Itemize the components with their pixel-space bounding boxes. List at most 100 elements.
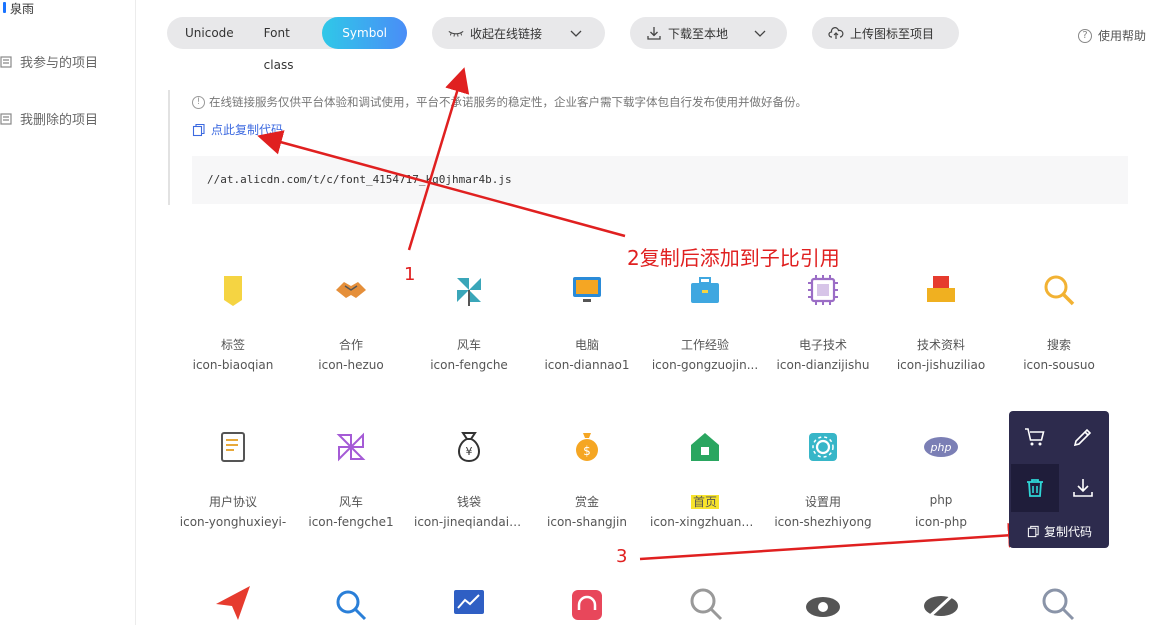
- eye-icon[interactable]: [804, 592, 842, 622]
- copy-code-link[interactable]: 点此复制代码: [192, 121, 283, 138]
- upload-label: 上传图标至项目: [850, 26, 935, 41]
- sidebar-top-label[interactable]: 泉雨: [0, 0, 34, 16]
- icon-cell[interactable]: 设置用 icon-shezhiyong: [764, 425, 882, 529]
- icon-code: icon-gongzuojin...: [651, 358, 759, 372]
- money-bag-icon: ¥: [458, 432, 480, 463]
- tab-font-class[interactable]: Font class: [252, 17, 323, 72]
- chart-icon[interactable]: [452, 588, 486, 622]
- icon-name: 用户协议: [208, 495, 257, 509]
- sidebar-item-participated[interactable]: 我参与的项目: [0, 52, 98, 71]
- chevron-down-icon: [754, 30, 766, 37]
- icon-name: 标签: [220, 338, 245, 352]
- bounty-icon: $: [576, 433, 598, 461]
- icon-code: icon-hezuo: [318, 358, 384, 372]
- tag-icon: [224, 276, 242, 306]
- download-icon-button[interactable]: [1059, 464, 1107, 512]
- collapse-link-label: 收起在线链接: [470, 26, 543, 41]
- collapse-link-button[interactable]: 收起在线链接: [432, 17, 605, 49]
- icon-code: icon-jineqiandaiy...: [414, 515, 526, 529]
- windmill-icon: [457, 278, 481, 306]
- upload-button[interactable]: 上传图标至项目: [812, 17, 959, 49]
- icon-cell[interactable]: $ 赏金 icon-shangjin: [528, 425, 646, 529]
- icon-name: 电子技术: [798, 338, 847, 352]
- sidebar-item-label: 我参与的项目: [20, 56, 99, 71]
- icon-code: icon-fengche: [430, 358, 508, 372]
- settings-icon: [809, 433, 837, 461]
- copy-icon: [1027, 525, 1039, 538]
- help-label: 使用帮助: [1097, 29, 1146, 43]
- icon-cell[interactable]: 风车 icon-fengche1: [292, 425, 410, 529]
- php-icon: php: [924, 437, 958, 457]
- download-button[interactable]: 下载至本地: [630, 17, 787, 49]
- icon-name: 钱袋: [456, 495, 481, 509]
- icon-name: 合作: [338, 338, 363, 352]
- icon-cell[interactable]: 首页 icon-xingzhuang...: [646, 425, 764, 529]
- search-icon[interactable]: [688, 586, 724, 622]
- edit-button[interactable]: [1059, 413, 1107, 461]
- icon-cell[interactable]: 工作经验 icon-gongzuojin...: [646, 268, 764, 372]
- tab-unicode[interactable]: Unicode: [167, 17, 252, 49]
- icon-cell[interactable]: 合作 icon-hezuo: [292, 268, 410, 372]
- delete-button[interactable]: [1011, 464, 1059, 512]
- annotation-num-3: 3: [616, 546, 628, 567]
- help-link[interactable]: ? 使用帮助: [1077, 27, 1146, 44]
- materials-icon: [927, 276, 955, 302]
- sidebar-item-deleted[interactable]: 我删除的项目: [0, 109, 98, 128]
- icon-code: icon-yonghuxieyi-: [179, 515, 287, 529]
- icon-code: icon-diannao1: [544, 358, 630, 372]
- icon-code: icon-shangjin: [547, 515, 627, 529]
- icon-name: 技术资料: [916, 338, 965, 352]
- search-icon[interactable]: [1040, 586, 1076, 622]
- paper-plane-icon[interactable]: [214, 584, 252, 622]
- pencil-icon: [1073, 428, 1092, 447]
- icon-name: 风车: [338, 495, 363, 509]
- annotation-label-2: 2复制后添加到子比引用: [627, 246, 840, 270]
- icon-cell[interactable]: php php icon-php: [882, 425, 1000, 529]
- icon-code: icon-dianzijishu: [776, 358, 870, 372]
- handshake-icon: [336, 282, 366, 298]
- headphone-icon[interactable]: [570, 588, 604, 622]
- download-icon: [647, 27, 661, 40]
- chip-icon: [808, 275, 838, 305]
- agreement-icon: [221, 432, 245, 462]
- icon-code: icon-xingzhuang...: [650, 515, 761, 529]
- tab-symbol[interactable]: Symbol: [322, 17, 407, 49]
- icon-name: php: [929, 493, 953, 507]
- eye-off-icon[interactable]: [922, 590, 960, 622]
- search-icon[interactable]: [334, 588, 368, 622]
- cart-icon: [1025, 428, 1045, 446]
- icon-cell[interactable]: 风车 icon-fengche: [410, 268, 528, 372]
- icon-cell[interactable]: 电子技术 icon-dianzijishu: [764, 268, 882, 372]
- eye-closed-icon: [448, 30, 464, 37]
- icon-code: icon-biaoqian: [192, 358, 274, 372]
- icon-code: icon-shezhiyong: [774, 515, 872, 529]
- briefcase-icon: [691, 277, 719, 303]
- computer-icon: [573, 277, 601, 302]
- icon-name: 赏金: [574, 495, 599, 509]
- icon-cell[interactable]: 搜索 icon-sousuo: [1000, 268, 1118, 372]
- cloud-upload-icon: [828, 27, 844, 39]
- icon-name: 搜索: [1046, 338, 1071, 352]
- icon-cell[interactable]: 技术资料 icon-jishuziliao: [882, 268, 1000, 372]
- windmill-icon: [336, 432, 366, 462]
- icon-cell[interactable]: ¥ 钱袋 icon-jineqiandaiy...: [410, 425, 528, 529]
- icon-hover-popup: 复制代码: [1009, 411, 1109, 548]
- code-snippet[interactable]: //at.alicdn.com/t/c/font_4154717_kg0jhma…: [192, 156, 1128, 204]
- copy-icon: [192, 123, 205, 136]
- download-icon: [1073, 479, 1093, 497]
- chevron-down-icon: [570, 30, 582, 37]
- download-label: 下载至本地: [668, 26, 729, 41]
- icon-cell[interactable]: 标签 icon-biaoqian: [174, 268, 292, 372]
- icon-name: 风车: [456, 338, 481, 352]
- notice-text: ! 在线链接服务仅供平台体验和调试使用，平台不承诺服务的稳定性，企业客户需下载字…: [192, 94, 807, 110]
- icon-code: icon-jishuziliao: [896, 358, 986, 372]
- copy-code-button[interactable]: 复制代码: [1027, 523, 1092, 540]
- icon-cell[interactable]: 电脑 icon-diannao1: [528, 268, 646, 372]
- add-to-cart-button[interactable]: [1011, 413, 1059, 461]
- trash-icon: [1027, 479, 1043, 497]
- svg-text:$: $: [583, 444, 591, 458]
- icon-cell[interactable]: 用户协议 icon-yonghuxieyi-: [174, 425, 292, 529]
- icon-code: icon-php: [914, 515, 968, 529]
- svg-text:¥: ¥: [466, 445, 473, 458]
- home-icon: [691, 433, 719, 461]
